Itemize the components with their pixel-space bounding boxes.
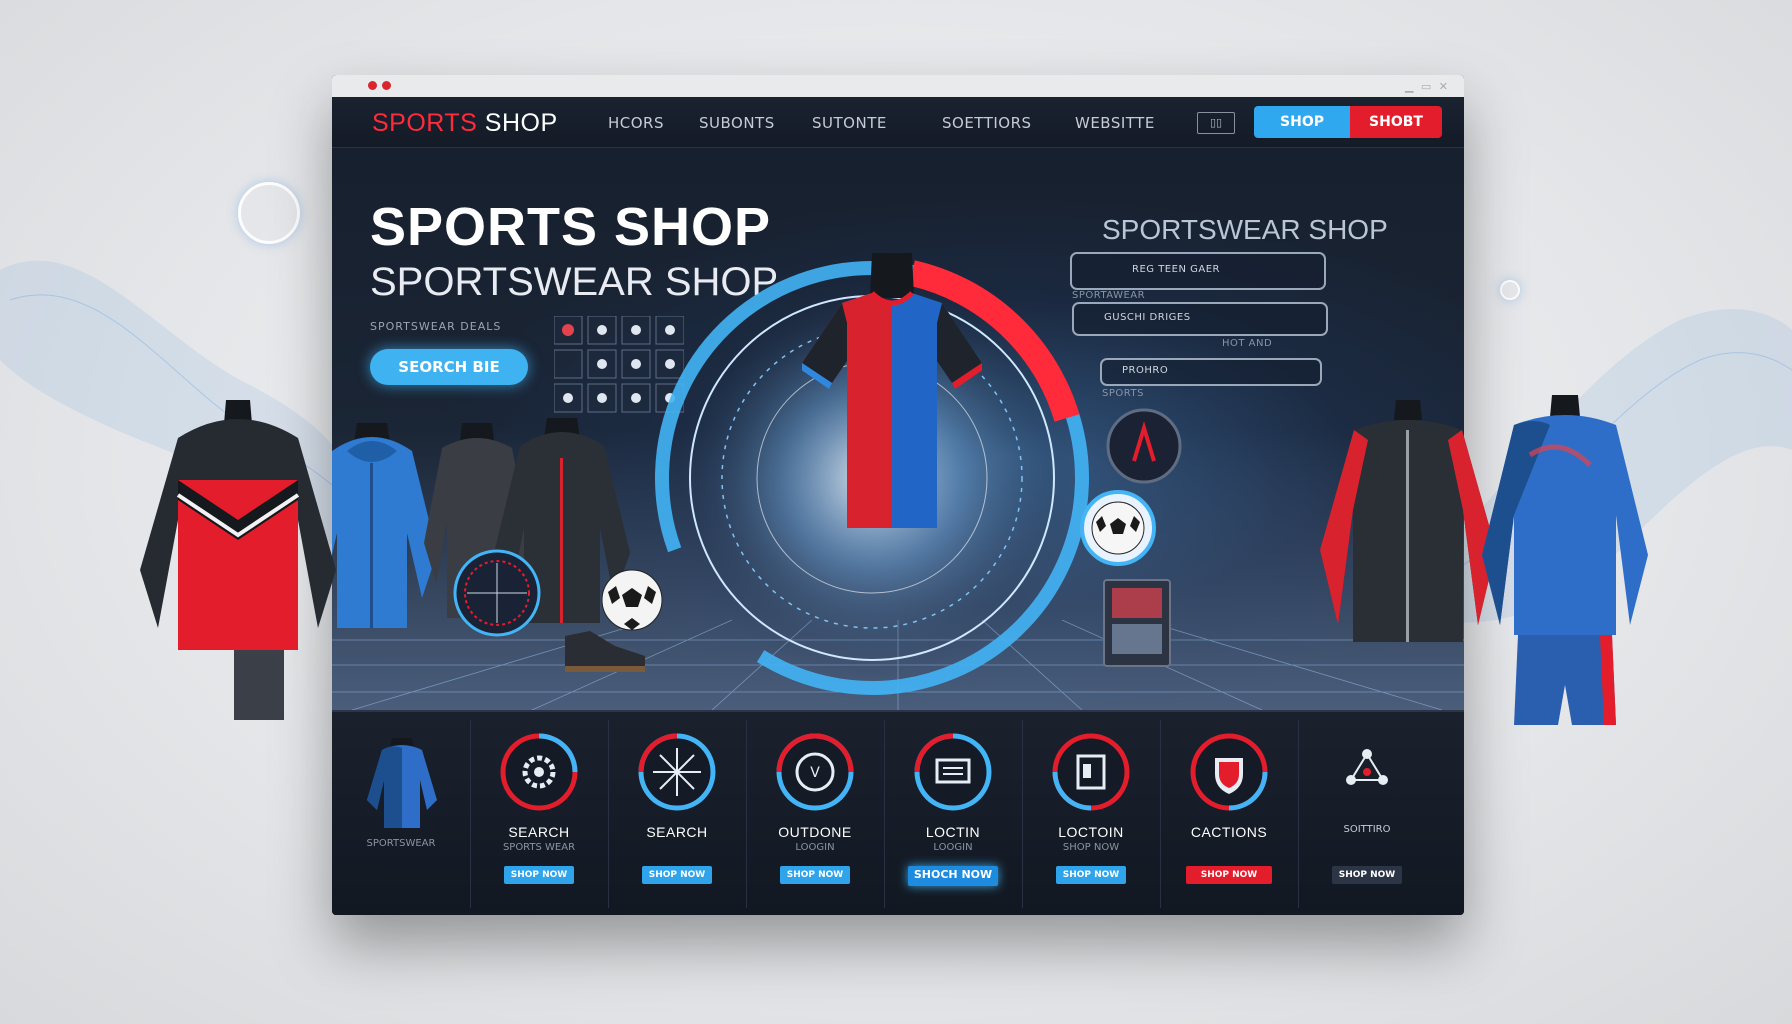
window-minimize-dot[interactable] bbox=[382, 81, 391, 90]
card-5-sub: LOOGIN bbox=[933, 842, 973, 853]
sneaker-image[interactable] bbox=[560, 626, 650, 676]
compass-dial-image[interactable] bbox=[452, 548, 542, 638]
card-8-button[interactable]: SHOP NOW bbox=[1332, 866, 1402, 884]
network-icon bbox=[1346, 749, 1388, 785]
red-black-track-jacket-image[interactable] bbox=[1318, 400, 1498, 650]
browser-window: ▁ ▭ ✕ SPORTS SHOP HCORS SUBONTS SUTONTE … bbox=[332, 75, 1464, 915]
card-3-label: SEARCH bbox=[646, 824, 708, 840]
card-1-sub: SPORTSWEAR bbox=[366, 838, 436, 849]
nav-shobt-button[interactable]: SHOBT bbox=[1350, 106, 1442, 138]
info-card-1[interactable]: REG TEEN GAER bbox=[1070, 252, 1326, 290]
category-card-7[interactable]: CACTIONS SHOP NOW bbox=[1160, 720, 1299, 908]
nav-link-5[interactable]: WEBSITTE bbox=[1075, 114, 1155, 132]
brand-logo[interactable]: SPORTS SHOP bbox=[372, 109, 558, 138]
nav-link-4[interactable]: SOETTIORS bbox=[942, 114, 1032, 132]
window-controls[interactable]: ▁ ▭ ✕ bbox=[1405, 80, 1450, 93]
category-card-6[interactable]: LOCTOIN SHOP NOW SHOP NOW bbox=[1022, 720, 1161, 908]
floating-ring bbox=[238, 182, 300, 244]
featured-jersey-image[interactable] bbox=[802, 253, 982, 533]
right-section-title: SPORTSWEAR SHOP bbox=[1102, 214, 1388, 245]
soccer-ball-right-image[interactable] bbox=[1078, 488, 1158, 568]
card-5-button[interactable]: SHOCH NOW bbox=[908, 866, 998, 886]
card-2-sub: SPORTS WEAR bbox=[502, 842, 576, 853]
card-8-sub: SOITTIRO bbox=[1343, 824, 1391, 835]
nav-link-3[interactable]: SUTONTE bbox=[812, 114, 887, 132]
emblem-badge-image[interactable] bbox=[1104, 406, 1184, 486]
nav-link-2[interactable]: SUBONTS bbox=[699, 114, 775, 132]
nav-link-1[interactable]: HCORS bbox=[608, 114, 664, 132]
card-4-button[interactable]: SHOP NOW bbox=[780, 866, 850, 884]
hero-tagline: SPORTSWEAR DEALS bbox=[370, 320, 502, 333]
category-card-5[interactable]: LOCTIN LOOGIN SHOCH NOW bbox=[884, 720, 1023, 908]
screen-icon bbox=[914, 733, 992, 811]
hero-banner: SPORTS SHOP SPORTSWEAR SHOP SPORTSWEAR D… bbox=[332, 148, 1464, 710]
window-close-dot[interactable] bbox=[368, 81, 377, 90]
card-4-sub: LOOGIN bbox=[795, 842, 835, 853]
top-navigation: SPORTS SHOP HCORS SUBONTS SUTONTE SOETTI… bbox=[332, 97, 1464, 148]
info-card-1-text: REG TEEN GAER bbox=[1132, 264, 1220, 275]
shield-icon bbox=[1190, 733, 1268, 811]
card-2-label: SEARCH bbox=[508, 824, 570, 840]
floating-ring-small bbox=[1500, 280, 1520, 300]
card-5-label: LOCTIN bbox=[925, 824, 981, 840]
red-black-hoodie-image[interactable] bbox=[138, 400, 338, 730]
grid-view-icon[interactable]: ▯▯ bbox=[1197, 112, 1235, 134]
gear-icon bbox=[500, 733, 578, 811]
window-titlebar: ▁ ▭ ✕ bbox=[332, 75, 1464, 97]
info-caption-3: SPORTS bbox=[1102, 388, 1144, 399]
calendar-icon bbox=[1052, 733, 1130, 811]
brand-part-2: SHOP bbox=[477, 109, 558, 137]
info-card-3-text: PROHRO bbox=[1122, 365, 1169, 376]
info-card-2-text: GUSCHI DRIGES bbox=[1104, 312, 1191, 323]
info-card-3[interactable]: PROHRO bbox=[1100, 358, 1322, 386]
target-icon: V bbox=[776, 733, 854, 811]
category-card-4[interactable]: V OUTDONE LOOGIN SHOP NOW bbox=[746, 720, 885, 908]
tablet-screen-image[interactable] bbox=[1102, 578, 1172, 668]
info-caption-2: HOT AND bbox=[1222, 338, 1273, 349]
nav-shop-button[interactable]: SHOP bbox=[1254, 106, 1350, 138]
card-3-button[interactable]: SHOP NOW bbox=[642, 866, 712, 884]
category-card-3[interactable]: SEARCH SHOP NOW bbox=[608, 720, 747, 908]
category-card-2[interactable]: SEARCH SPORTS WEAR SHOP NOW bbox=[470, 720, 609, 908]
card-7-button[interactable]: SHOP NOW bbox=[1186, 866, 1272, 884]
brand-part-1: SPORTS bbox=[372, 109, 478, 137]
compass-icon bbox=[638, 733, 716, 811]
card-6-button[interactable]: SHOP NOW bbox=[1056, 866, 1126, 884]
card-2-button[interactable]: SHOP NOW bbox=[504, 866, 574, 884]
card-7-label: CACTIONS bbox=[1190, 824, 1268, 840]
info-card-2[interactable]: GUSCHI DRIGES bbox=[1072, 302, 1328, 336]
card-4-label: OUTDONE bbox=[778, 824, 852, 840]
card-6-sub: SHOP NOW bbox=[1062, 842, 1120, 853]
blue-jersey-and-shorts-image[interactable] bbox=[1480, 395, 1650, 735]
category-card-8[interactable]: SOITTIRO SHOP NOW bbox=[1298, 720, 1436, 908]
svg-text:V: V bbox=[810, 765, 820, 781]
category-cards-row: SPORTSWEAR SEARCH SPORTS WEAR SHOP NOW S… bbox=[332, 710, 1464, 915]
hero-search-button[interactable]: SEORCH BIE bbox=[370, 349, 528, 385]
card-6-label: LOCTOIN bbox=[1058, 824, 1124, 840]
category-card-1[interactable]: SPORTSWEAR bbox=[332, 720, 471, 908]
jersey-thumbnail-icon bbox=[367, 738, 437, 828]
info-caption-1: SPORTAWEAR bbox=[1072, 290, 1146, 301]
soccer-ball-image[interactable] bbox=[600, 568, 664, 632]
